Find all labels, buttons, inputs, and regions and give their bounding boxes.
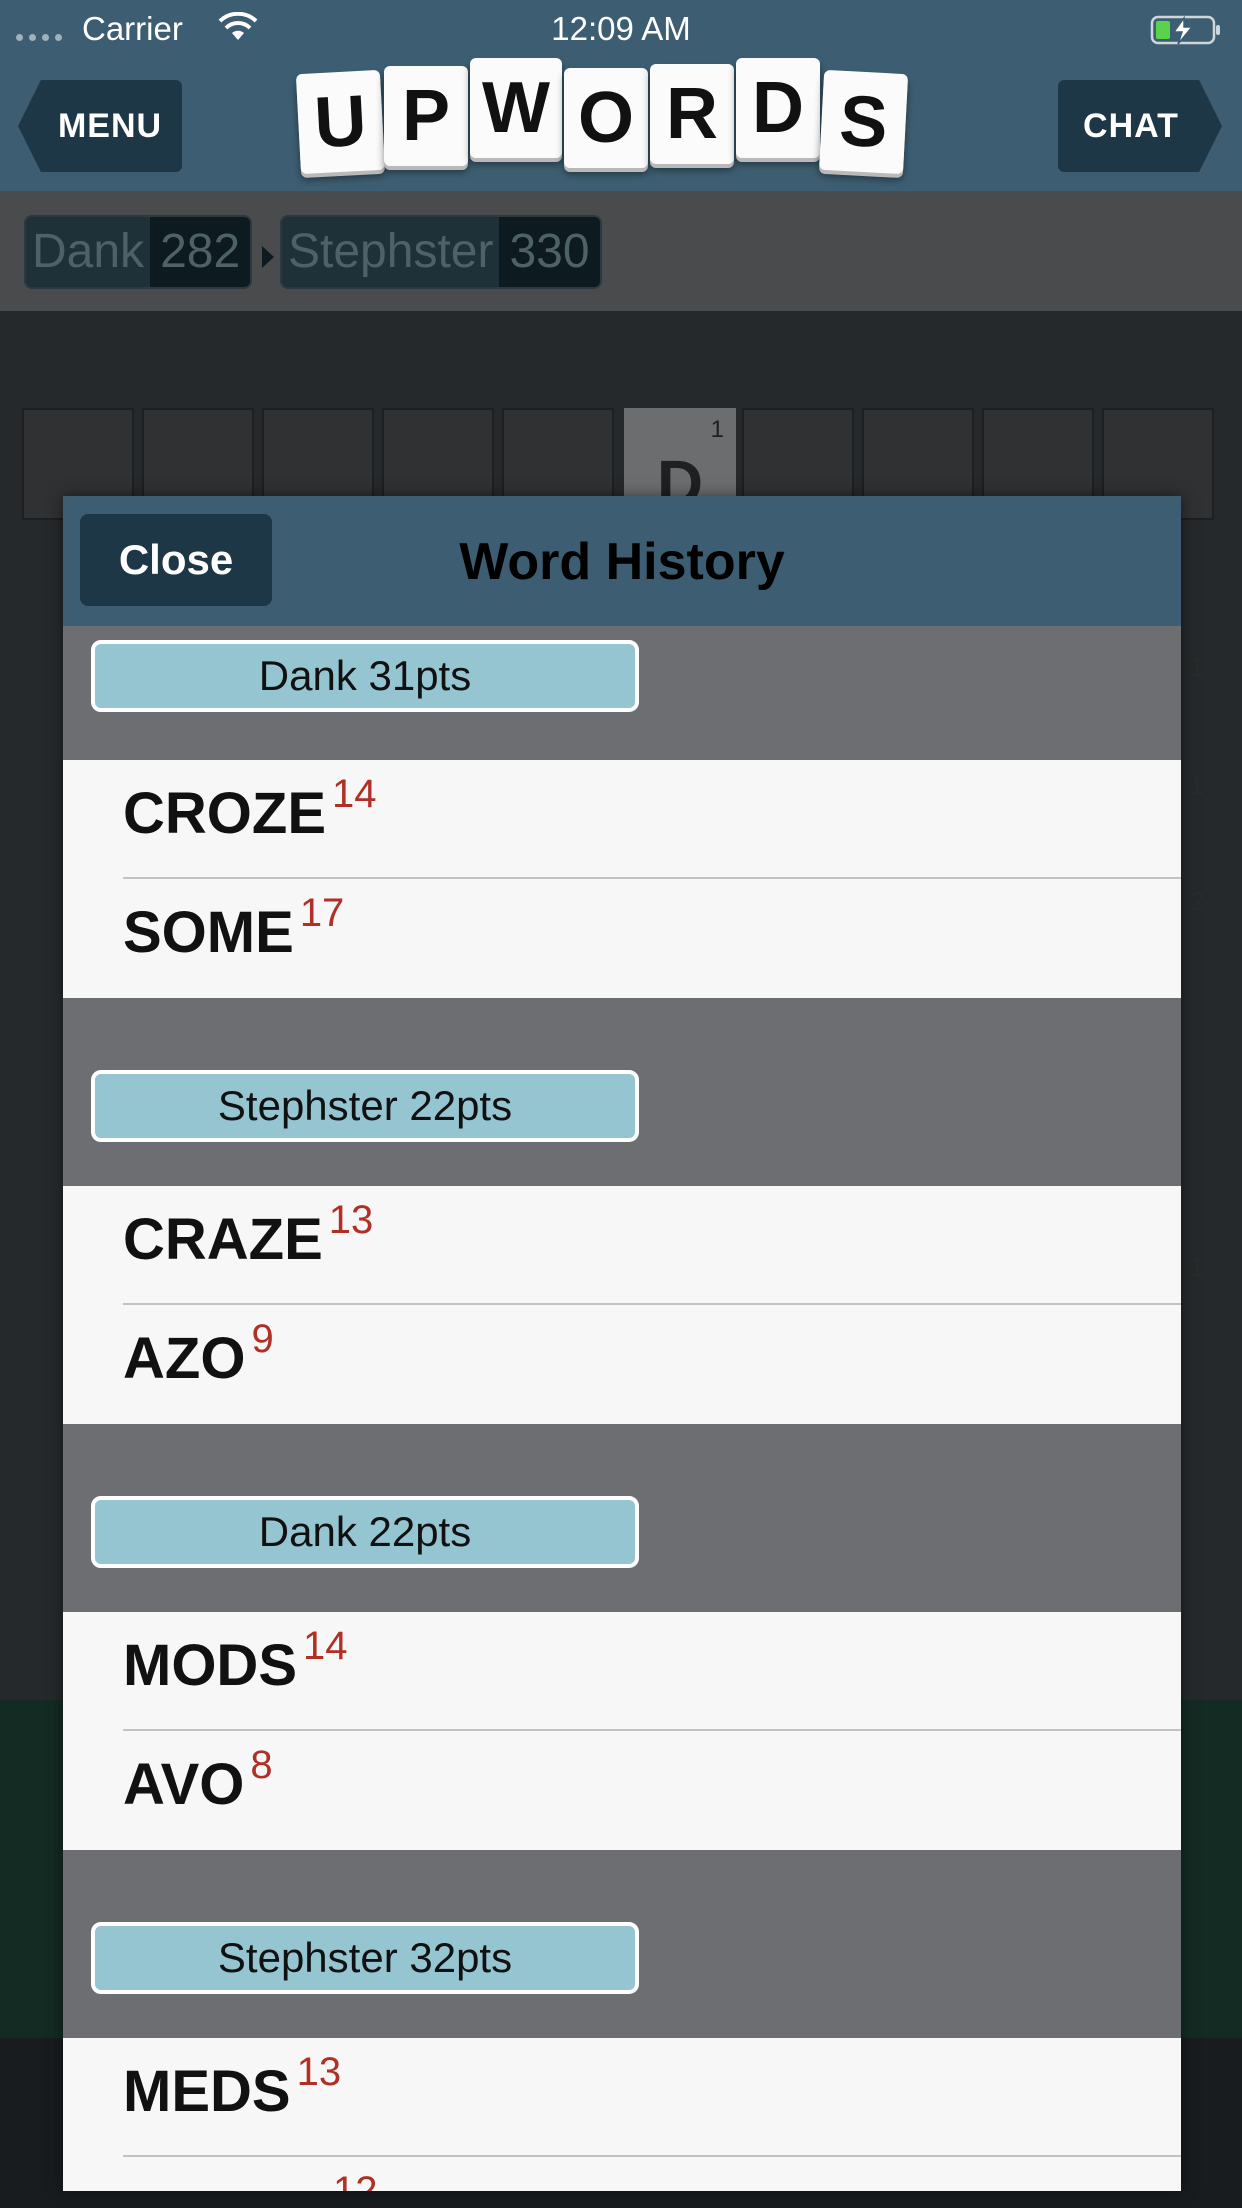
battery-charging-icon <box>1150 15 1220 45</box>
word-row[interactable]: CROZE 14 <box>63 760 1181 879</box>
turn-header: Stephster 22pts <box>63 998 1181 1186</box>
word-row[interactable]: SOME 17 <box>63 879 1181 998</box>
player-score-chip: Stephster 330 <box>280 215 602 289</box>
modal-title: Word History <box>459 533 785 591</box>
player-score-chip: Dank 282 <box>24 215 253 289</box>
word-text: AVO 8 <box>123 1743 273 1817</box>
word-row[interactable]: MODS 14 <box>63 1612 1181 1731</box>
stack-height-label: 2 <box>1190 886 1205 916</box>
logo-tile: S <box>819 69 909 175</box>
turn-player-pill[interactable]: Dank 22pts <box>91 1496 639 1568</box>
word-points: 14 <box>332 772 377 816</box>
stack-height-label: 1 <box>1190 1252 1205 1282</box>
status-time: 12:09 AM <box>551 10 691 47</box>
turn-header: Dank 22pts <box>63 1424 1181 1612</box>
modal-header: Close Word History <box>63 496 1181 628</box>
upwords-logo: U P W O R D S <box>295 58 909 175</box>
turn-indicator-icon <box>262 246 274 268</box>
stack-height-label: 1 <box>1190 652 1205 682</box>
turn-header: Dank 31pts <box>63 626 1181 756</box>
player-name: Stephster <box>288 225 494 278</box>
word-history-modal: Close Word History Dank 31pts CROZE 14 SO… <box>63 496 1181 2191</box>
word-text: SOME 17 <box>123 891 345 965</box>
status-bar: Carrier 12:09 AM <box>0 0 1242 58</box>
word-points: 9 <box>251 1317 274 1361</box>
app-header: Carrier 12:09 AM MENU U P W O R D S CHAT <box>0 0 1242 191</box>
word-text: AZO 9 <box>123 1317 274 1391</box>
word-points: 14 <box>303 1624 348 1668</box>
logo-tile: W <box>470 58 562 158</box>
turn-player-pill[interactable]: Stephster 22pts <box>91 1070 639 1142</box>
player-score: 282 <box>150 217 251 287</box>
word-text: 12 <box>327 2169 378 2191</box>
word-list: CRAZE 13 AZO 9 <box>63 1186 1181 1424</box>
logo-tile: P <box>384 66 468 166</box>
word-list: MODS 14 AVO 8 <box>63 1612 1181 1850</box>
word-points: 13 <box>296 2050 342 2094</box>
logo-tile: D <box>736 58 820 158</box>
turn-header: Stephster 32pts <box>63 1850 1181 2038</box>
logo-tile: U <box>295 69 385 175</box>
word-points: 13 <box>328 1198 374 1242</box>
turn-player-pill[interactable]: Stephster 32pts <box>91 1922 639 1994</box>
word-row[interactable]: 12 <box>63 2157 1181 2191</box>
word-row[interactable]: AVO 8 <box>63 1731 1181 1850</box>
player-name: Dank <box>32 225 145 278</box>
word-list: CROZE 14 SOME 17 <box>63 760 1181 998</box>
word-row[interactable]: MEDS 13 <box>63 2038 1181 2157</box>
word-points: 12 <box>333 2169 378 2191</box>
word-list: MEDS 13 12 <box>63 2038 1181 2191</box>
logo-tile: R <box>650 64 734 164</box>
word-row[interactable]: CRAZE 13 <box>63 1186 1181 1305</box>
word-text: CRAZE 13 <box>123 1198 374 1272</box>
tile-points: 1 <box>710 416 724 443</box>
stack-height-label: 1 <box>1190 770 1205 800</box>
word-points: 17 <box>299 891 345 935</box>
word-points: 8 <box>250 1743 273 1787</box>
word-row[interactable]: AZO 9 <box>63 1305 1181 1424</box>
word-text: CROZE 14 <box>123 772 377 846</box>
word-text: MODS 14 <box>123 1624 348 1698</box>
word-text: MEDS 13 <box>123 2050 342 2124</box>
scoreboard: Dank 282 Stephster 330 <box>0 191 1242 311</box>
logo-tile: O <box>564 68 648 168</box>
player-score: 330 <box>499 217 600 287</box>
turn-player-pill[interactable]: Dank 31pts <box>91 640 639 712</box>
chat-button[interactable]: CHAT <box>1058 80 1222 172</box>
menu-button[interactable]: MENU <box>18 80 182 172</box>
